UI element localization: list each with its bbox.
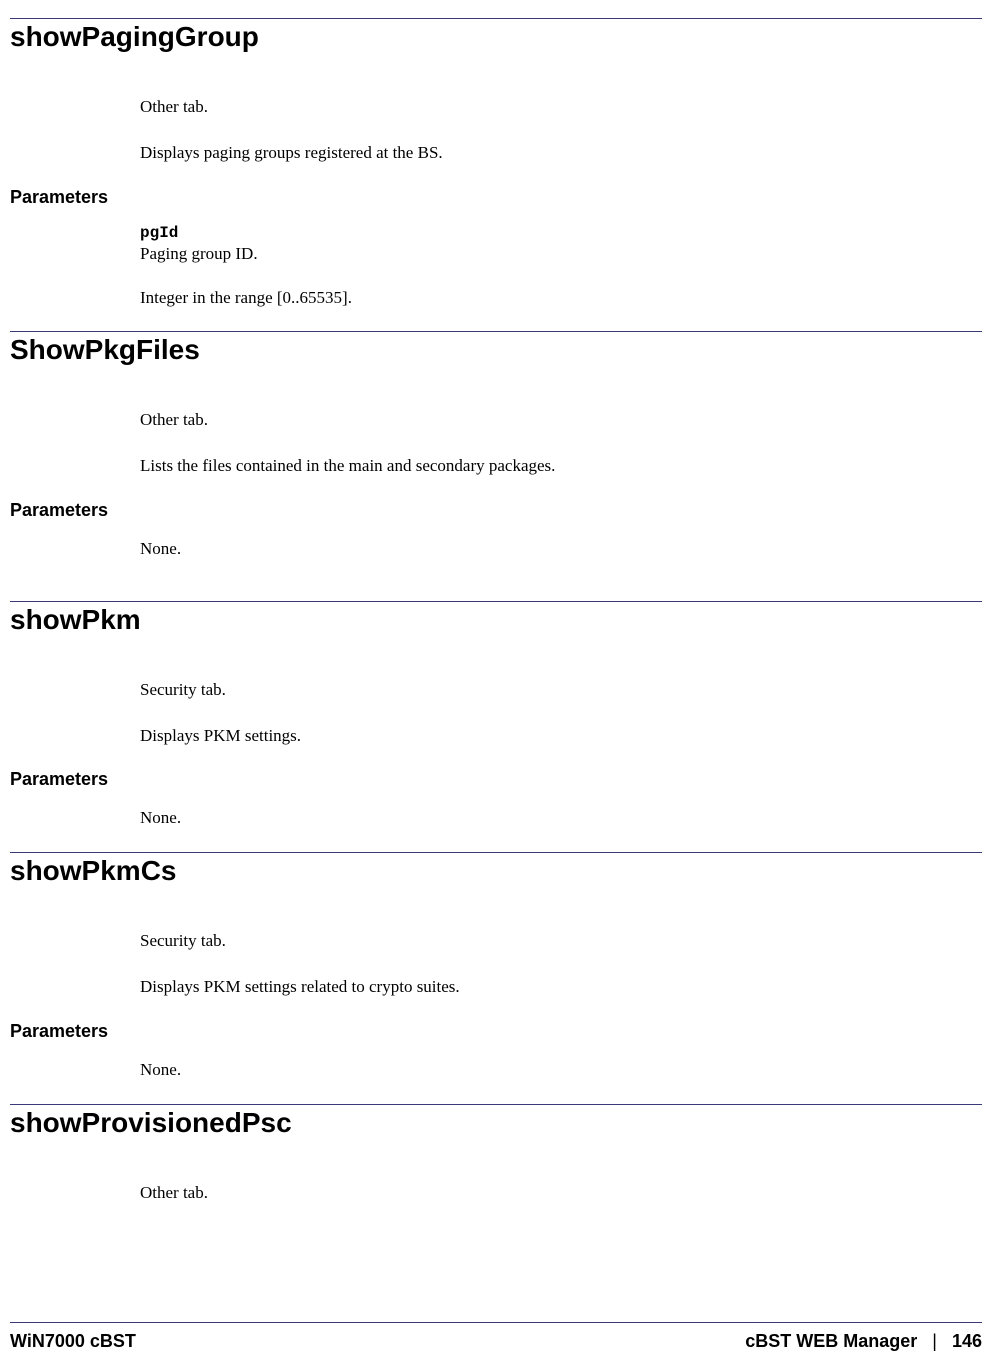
parameters-block: None.	[140, 1058, 982, 1082]
section-heading-showpkm: showPkm	[10, 601, 982, 636]
body-text: Displays paging groups registered at the…	[140, 141, 982, 165]
section-heading-showpaginggroup: showPagingGroup	[10, 18, 982, 53]
parameters-label: Parameters	[10, 769, 982, 790]
section-body: Other tab. Displays paging groups regist…	[140, 95, 982, 165]
body-text: None.	[140, 1058, 982, 1082]
parameters-label: Parameters	[10, 187, 982, 208]
page-footer: WiN7000 cBST cBST WEB Manager | 146	[10, 1322, 982, 1352]
section-heading-showprovisionedpsc: showProvisionedPsc	[10, 1104, 982, 1139]
body-text: None.	[140, 537, 982, 561]
parameters-label: Parameters	[10, 1021, 982, 1042]
footer-left-text: WiN7000 cBST	[10, 1331, 136, 1352]
param-desc: Paging group ID.	[140, 244, 982, 264]
body-text: Integer in the range [0..65535].	[140, 286, 982, 310]
section-heading-showpkmcs: showPkmCs	[10, 852, 982, 887]
section-body: Security tab. Displays PKM settings rela…	[140, 929, 982, 999]
parameters-block: pgId Paging group ID. Integer in the ran…	[140, 224, 982, 310]
parameters-block: None.	[140, 806, 982, 830]
section-body: Security tab. Displays PKM settings.	[140, 678, 982, 748]
footer-separator: |	[932, 1331, 937, 1351]
body-text: Other tab.	[140, 408, 982, 432]
body-text: Displays PKM settings related to crypto …	[140, 975, 982, 999]
body-text: Other tab.	[140, 95, 982, 119]
footer-page-number: 146	[952, 1331, 982, 1351]
body-text: Displays PKM settings.	[140, 724, 982, 748]
section-body: Other tab. Lists the files contained in …	[140, 408, 982, 478]
page-content: showPagingGroup Other tab. Displays pagi…	[0, 0, 992, 1204]
parameters-label: Parameters	[10, 500, 982, 521]
body-text: Security tab.	[140, 929, 982, 953]
parameters-block: None.	[140, 537, 982, 561]
body-text: None.	[140, 806, 982, 830]
section-body: Other tab.	[140, 1181, 982, 1205]
body-text: Security tab.	[140, 678, 982, 702]
body-text: Other tab.	[140, 1181, 982, 1205]
body-text: Lists the files contained in the main an…	[140, 454, 982, 478]
footer-section-name: cBST WEB Manager	[745, 1331, 917, 1351]
section-heading-showpkgfiles: ShowPkgFiles	[10, 331, 982, 366]
param-name-pgid: pgId	[140, 224, 982, 242]
footer-right: cBST WEB Manager | 146	[745, 1331, 982, 1352]
